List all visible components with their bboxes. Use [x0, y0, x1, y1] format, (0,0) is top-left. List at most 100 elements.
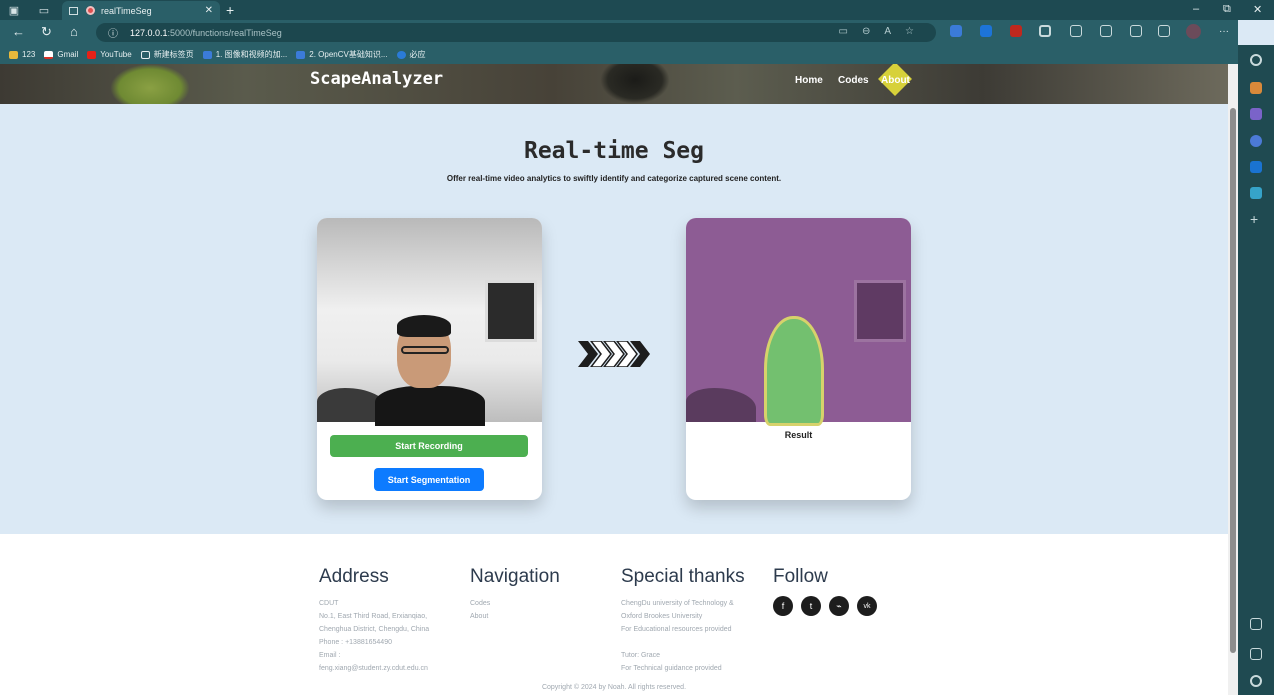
facebook-icon[interactable]: f	[773, 596, 793, 616]
tab-page-icon	[69, 6, 78, 15]
segmented-window	[854, 280, 906, 342]
address-bar[interactable]: ⓘ 127.0.0.1 :5000/functions/realTimeSeg …	[96, 23, 936, 42]
folder-icon	[9, 50, 18, 59]
recording-indicator-icon	[86, 6, 95, 15]
page-icon	[296, 50, 306, 59]
bookmark-item[interactable]: 2. OpenCV基础知识...	[296, 49, 388, 60]
nav-about[interactable]: About	[881, 75, 910, 86]
page-title: Real-time Seg	[523, 138, 704, 164]
gmail-icon	[44, 50, 54, 59]
footer-link-codes[interactable]: Codes	[470, 597, 560, 610]
performance-icon[interactable]	[1158, 25, 1170, 37]
collections-icon[interactable]	[1130, 25, 1142, 37]
site-footer: Address CDUT No.1, East Third Road, Erxi…	[0, 534, 1228, 695]
tab-close-icon[interactable]: ✕	[205, 5, 213, 16]
bookmarks-bar: 123 Gmail YouTube 新建标签页 1. 图像和视频的加... 2.…	[0, 45, 1238, 64]
address-bar-actions[interactable]: ▭⊖A☆	[839, 26, 928, 37]
thanks-line: ChengDu university of Technology &	[621, 600, 734, 607]
open-external-icon[interactable]	[1250, 648, 1262, 660]
tools-icon[interactable]	[1250, 108, 1262, 120]
url-host: 127.0.0.1	[130, 27, 168, 38]
url-path: :5000/functions/realTimeSeg	[167, 27, 282, 38]
add-sidebar-icon[interactable]: +	[1250, 212, 1262, 226]
site-header: ScapeAnalyzer Home Codes About	[0, 64, 1228, 104]
outlook-icon[interactable]	[1250, 161, 1262, 173]
result-label: Result	[784, 430, 813, 440]
footer-heading: Navigation	[470, 566, 560, 587]
bookmark-item[interactable]: YouTube	[87, 50, 132, 59]
thanks-line: For Educational resources provided	[621, 626, 732, 633]
footer-address: Address CDUT No.1, East Third Road, Erxi…	[319, 566, 429, 675]
bookmark-item[interactable]: Gmail	[44, 50, 78, 59]
site-brand[interactable]: ScapeAnalyzer	[310, 69, 443, 89]
search-icon[interactable]	[1250, 54, 1262, 66]
result-card: Result	[686, 218, 911, 500]
camera-card: Start Recording Start Segmentation	[317, 218, 542, 500]
segmented-background-people	[686, 388, 756, 422]
thanks-spacer	[621, 636, 745, 649]
edge-sidebar: +	[1238, 45, 1274, 695]
send-icon[interactable]	[1250, 187, 1262, 199]
bookmark-item[interactable]: 必应	[396, 49, 426, 60]
bookmark-item[interactable]: 1. 图像和视频的加...	[202, 49, 287, 60]
workspaces-icon[interactable]: ▣	[6, 2, 22, 18]
settings-icon[interactable]	[1250, 675, 1262, 687]
more-menu-icon[interactable]: ···	[1219, 26, 1229, 37]
person-glasses	[401, 346, 449, 354]
footer-link-about[interactable]: About	[470, 610, 560, 623]
copyright: Copyright © 2024 by Noah. All rights res…	[541, 684, 687, 691]
shopping-icon[interactable]	[1250, 82, 1262, 94]
new-tab-icon[interactable]: +	[226, 2, 234, 18]
page-subtitle: Offer real-time video analytics to swift…	[446, 174, 782, 183]
person-hair	[397, 315, 451, 337]
tab-title: realTimeSeg	[101, 5, 152, 16]
header-background-art	[110, 64, 190, 104]
rss-icon[interactable]: ⌁	[829, 596, 849, 616]
segmentation-output	[686, 218, 911, 426]
tab-bar: ▣ ▭ realTimeSeg ✕ + – ⧉ ✕	[0, 0, 1274, 20]
browser-tab[interactable]: realTimeSeg ✕	[62, 1, 220, 20]
header-background-art	[600, 64, 670, 104]
minimize-button[interactable]: –	[1193, 3, 1199, 15]
browser-window: ▣ ▭ realTimeSeg ✕ + – ⧉ ✕ ← ↻ ⌂ ⓘ 127.0.…	[0, 0, 1274, 695]
camera-feed	[317, 218, 542, 426]
site-info-icon[interactable]: ⓘ	[108, 25, 118, 40]
extension-icon[interactable]	[980, 25, 992, 37]
back-icon[interactable]: ←	[12, 24, 25, 39]
page-icon	[202, 50, 212, 59]
chevron-arrows-icon	[578, 341, 650, 367]
scrollbar-thumb[interactable]	[1230, 108, 1236, 653]
thanks-line: Oxford Brookes University	[621, 613, 703, 620]
bing-icon	[396, 50, 406, 59]
address-email[interactable]: feng.xiang@student.zy.cdut.edu.cn	[319, 662, 429, 675]
nav-codes[interactable]: Codes	[838, 75, 869, 86]
vk-icon[interactable]: vk	[857, 596, 877, 616]
footer-heading: Special thanks	[621, 566, 745, 587]
thanks-line: Tutor: Grace	[621, 652, 661, 659]
refresh-icon[interactable]: ↻	[41, 24, 52, 40]
start-segmentation-button[interactable]: Start Segmentation	[374, 468, 484, 491]
screenshot-icon[interactable]	[1250, 618, 1262, 630]
page-scrollbar[interactable]	[1228, 64, 1238, 695]
footer-heading: Follow	[773, 566, 828, 587]
footer-thanks: Special thanks ChengDu university of Tec…	[621, 566, 745, 675]
close-window-button[interactable]: ✕	[1253, 3, 1262, 16]
extension-icon[interactable]	[1010, 25, 1022, 37]
favorites-icon[interactable]	[1100, 25, 1112, 37]
profile-avatar[interactable]	[1186, 24, 1201, 39]
tab-actions-icon[interactable]: ▭	[36, 2, 52, 18]
split-screen-icon[interactable]	[1070, 25, 1082, 37]
copilot-icon[interactable]	[1250, 135, 1262, 147]
nav-home[interactable]: Home	[795, 75, 823, 86]
extensions-icon[interactable]	[1039, 25, 1051, 37]
page-icon	[140, 50, 150, 59]
bookmark-item[interactable]: 123	[9, 50, 35, 59]
translate-extension-icon[interactable]	[950, 25, 962, 37]
restore-button[interactable]: ⧉	[1223, 3, 1231, 16]
twitter-icon[interactable]: t	[801, 596, 821, 616]
bookmark-item[interactable]: 新建标签页	[140, 49, 194, 60]
home-icon[interactable]: ⌂	[70, 24, 78, 39]
start-recording-button[interactable]: Start Recording	[330, 435, 528, 457]
address-line: CDUT	[319, 600, 339, 607]
footer-follow: Follow	[773, 566, 828, 597]
